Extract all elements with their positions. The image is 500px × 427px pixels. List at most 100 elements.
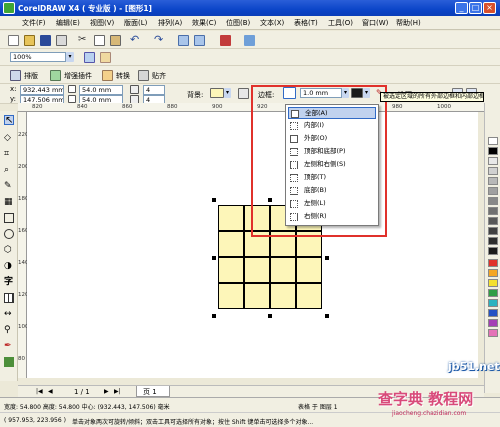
undo-icon[interactable]: ↶ bbox=[130, 34, 141, 45]
color-swatch[interactable] bbox=[488, 217, 498, 225]
color-swatch[interactable] bbox=[488, 247, 498, 255]
table-tool-icon[interactable] bbox=[4, 293, 14, 303]
color-swatch-magenta[interactable] bbox=[488, 319, 498, 327]
layout-label[interactable]: 排版 bbox=[24, 71, 38, 81]
polygon-tool-icon[interactable]: ⬡ bbox=[4, 245, 14, 255]
menu-tools[interactable]: 工具(O) bbox=[328, 18, 353, 28]
table-cell[interactable] bbox=[218, 283, 244, 309]
color-swatch-blue[interactable] bbox=[488, 309, 498, 317]
background-dropdown-icon[interactable]: ▾ bbox=[224, 88, 231, 98]
pick-tool-icon[interactable]: ↖ bbox=[4, 115, 14, 126]
new-document-icon[interactable] bbox=[8, 35, 19, 46]
table-cell[interactable] bbox=[244, 257, 270, 283]
width-input[interactable]: 54.0 mm bbox=[79, 85, 123, 95]
color-swatch-yellow[interactable] bbox=[488, 279, 498, 287]
welcome-screen-icon[interactable] bbox=[244, 35, 255, 46]
next-page-icon[interactable]: ▶ bbox=[104, 388, 109, 395]
color-swatch[interactable] bbox=[488, 167, 498, 175]
selection-handle[interactable] bbox=[212, 256, 216, 260]
menu-text[interactable]: 文本(X) bbox=[260, 18, 284, 28]
zoom-tool-icon[interactable]: ⌕ bbox=[4, 165, 14, 175]
minimize-button[interactable]: _ bbox=[455, 2, 468, 14]
color-swatch[interactable] bbox=[488, 207, 498, 215]
fill-tool-icon[interactable] bbox=[4, 357, 14, 367]
border-option-all[interactable]: 全部(A) bbox=[288, 107, 376, 119]
table-cell[interactable] bbox=[218, 257, 244, 283]
eyedropper-tool-icon[interactable]: ⚲ bbox=[4, 325, 14, 335]
page-tab[interactable]: 页 1 bbox=[136, 386, 170, 397]
color-swatch[interactable] bbox=[488, 157, 498, 165]
selection-handle[interactable] bbox=[325, 256, 329, 260]
import-icon[interactable] bbox=[178, 35, 189, 46]
crop-tool-icon[interactable]: ⌗ bbox=[4, 149, 14, 159]
text-tool-icon[interactable]: 字 bbox=[4, 277, 14, 287]
smart-fill-tool-icon[interactable]: ▦ bbox=[4, 197, 14, 207]
paste-icon[interactable] bbox=[110, 35, 121, 46]
x-position-input[interactable]: 932.443 mm bbox=[20, 85, 64, 95]
cut-icon[interactable]: ✂ bbox=[78, 35, 89, 46]
border-option-top[interactable]: 顶部(T) bbox=[288, 172, 376, 184]
prev-page-icon[interactable]: ◀ bbox=[48, 388, 53, 395]
selection-handle[interactable] bbox=[212, 198, 216, 202]
menu-help[interactable]: 帮助(H) bbox=[396, 18, 421, 28]
color-swatch-red[interactable] bbox=[488, 259, 498, 267]
menu-effects[interactable]: 效果(C) bbox=[192, 18, 216, 28]
table-cell[interactable] bbox=[270, 283, 296, 309]
menu-view[interactable]: 视图(V) bbox=[90, 18, 114, 28]
rectangle-tool-icon[interactable] bbox=[4, 213, 14, 223]
table-cell[interactable] bbox=[296, 283, 322, 309]
save-icon[interactable] bbox=[40, 35, 51, 46]
border-option-left-right[interactable]: 左侧和右侧(S) bbox=[288, 159, 376, 171]
color-swatch[interactable] bbox=[488, 177, 498, 185]
menu-edit[interactable]: 编辑(E) bbox=[56, 18, 80, 28]
border-option-inside[interactable]: 内部(I) bbox=[288, 120, 376, 132]
color-swatch[interactable] bbox=[488, 237, 498, 245]
border-option-bottom[interactable]: 底部(B) bbox=[288, 185, 376, 197]
copy-icon[interactable] bbox=[94, 35, 105, 46]
menu-layout[interactable]: 版面(L) bbox=[124, 18, 147, 28]
first-page-icon[interactable]: |◀ bbox=[36, 388, 43, 395]
outline-tool-icon[interactable]: ✒ bbox=[4, 341, 14, 351]
rows-stepper[interactable]: 4 bbox=[143, 85, 165, 95]
close-button[interactable]: × bbox=[483, 2, 496, 14]
menu-window[interactable]: 窗口(W) bbox=[362, 18, 388, 28]
options-icon[interactable] bbox=[100, 52, 111, 63]
color-swatch-green[interactable] bbox=[488, 289, 498, 297]
dimension-tool-icon[interactable]: ↔ bbox=[4, 309, 14, 319]
freehand-tool-icon[interactable]: ✎ bbox=[4, 181, 14, 191]
zoom-dropdown-icon[interactable]: ▾ bbox=[66, 52, 74, 62]
color-swatch-cyan[interactable] bbox=[488, 299, 498, 307]
shape-tool-icon[interactable]: ◇ bbox=[4, 133, 14, 143]
menu-arrange[interactable]: 排列(A) bbox=[158, 18, 182, 28]
menu-bitmaps[interactable]: 位图(B) bbox=[226, 18, 250, 28]
paste-label[interactable]: 贴齐 bbox=[152, 71, 166, 81]
color-swatch-black[interactable] bbox=[488, 147, 498, 155]
maximize-button[interactable]: □ bbox=[469, 2, 482, 14]
redo-icon[interactable]: ↷ bbox=[154, 34, 165, 45]
background-color-swatch[interactable] bbox=[210, 88, 224, 98]
border-option-right[interactable]: 右侧(R) bbox=[288, 211, 376, 223]
color-swatch[interactable] bbox=[488, 197, 498, 205]
border-option-top-bottom[interactable]: 顶部和底部(P) bbox=[288, 146, 376, 158]
ellipse-tool-icon[interactable] bbox=[4, 229, 14, 239]
color-swatch-pink[interactable] bbox=[488, 329, 498, 337]
convert-label[interactable]: 转换 bbox=[116, 71, 130, 81]
color-swatch[interactable] bbox=[488, 187, 498, 195]
color-swatch-orange[interactable] bbox=[488, 269, 498, 277]
last-page-icon[interactable]: ▶| bbox=[114, 388, 121, 395]
table-cell[interactable] bbox=[270, 257, 296, 283]
app-launcher-icon[interactable] bbox=[220, 35, 231, 46]
export-icon[interactable] bbox=[194, 35, 205, 46]
selection-handle[interactable] bbox=[212, 314, 216, 318]
table-cell[interactable] bbox=[218, 231, 244, 257]
selection-handle[interactable] bbox=[268, 314, 272, 318]
table-cell[interactable] bbox=[296, 257, 322, 283]
color-swatch-white[interactable] bbox=[488, 137, 498, 145]
border-option-left[interactable]: 左侧(L) bbox=[288, 198, 376, 210]
open-folder-icon[interactable] bbox=[24, 35, 35, 46]
print-icon[interactable] bbox=[56, 35, 67, 46]
border-option-outside[interactable]: 外部(O) bbox=[288, 133, 376, 145]
selection-handle[interactable] bbox=[325, 314, 329, 318]
vertical-ruler[interactable]: 220 200 180 160 140 120 100 80 bbox=[18, 112, 29, 378]
snap-to-icon[interactable] bbox=[84, 52, 95, 63]
